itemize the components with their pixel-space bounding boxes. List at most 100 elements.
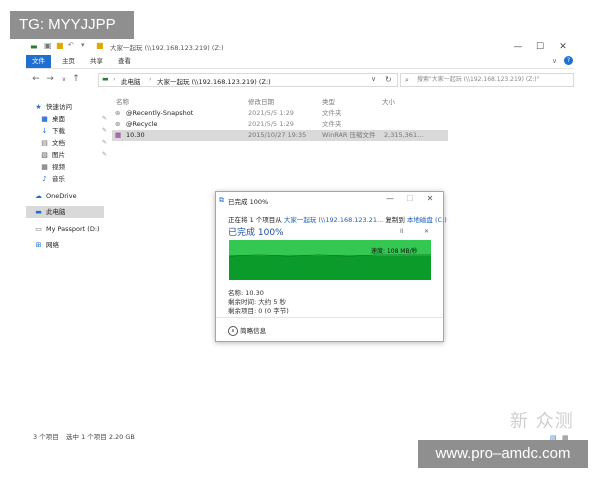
dialog-maximize-button: ☐ [406, 194, 414, 203]
network-icon: ⊞ [35, 241, 42, 249]
document-icon: ▤ [41, 139, 48, 147]
fewer-details-button[interactable]: ∧ 简略信息 [228, 325, 266, 336]
remaining-items: 剩余项目: 0 (0 字节) [228, 307, 289, 315]
help-icon[interactable]: ? [564, 56, 573, 65]
dropdown-chevron-icon[interactable]: ∨ [371, 75, 376, 83]
chevron-up-icon: ∧ [228, 326, 238, 336]
sidebar-item-network[interactable]: ⊞ 网络 [34, 239, 59, 251]
column-header-name[interactable]: 名称 [116, 96, 129, 106]
customize-arrow-icon[interactable]: ▾ [81, 41, 85, 49]
title-bar: ▬ ▣ ■ ↶ ▾ ■ 大家一起玩 (\\192.168.123.219) (Z… [26, 41, 574, 55]
sidebar-item-quick-access[interactable]: ★ 快速访问 [34, 101, 72, 113]
search-placeholder: 搜索"大家一起玩 (\\192.168.123.219) (Z:)" [417, 76, 540, 83]
copy-prefix: 正在将 1 个项目从 [228, 216, 282, 224]
breadcrumb-drive[interactable]: 大家一起玩 (\\192.168.123.219) (Z:) [157, 76, 271, 86]
sidebar-item-label: OneDrive [46, 192, 77, 200]
recent-chevron-icon[interactable]: ∨ [58, 76, 70, 83]
transfer-speed: 速度: 108 MB/秒 [371, 248, 418, 255]
properties-icon[interactable]: ▣ [44, 41, 52, 50]
brand-watermark: 新 众测 [510, 411, 574, 432]
file-row-selected[interactable]: ▦ 10.30 2015/10/27 19:35 WinRAR 压缩文件 2,3… [112, 130, 448, 141]
sidebar-item-videos[interactable]: ▦ 视频 [40, 161, 65, 173]
breadcrumb-chevron-icon: › [149, 76, 152, 83]
close-button[interactable]: ✕ [553, 41, 573, 54]
sidebar-item-label: 音乐 [52, 175, 65, 183]
copy-mid: 复制到 [385, 216, 405, 224]
cancel-button[interactable]: ✕ [424, 228, 429, 235]
file-date: 2021/5/5 1:29 [248, 109, 294, 117]
sidebar-item-downloads[interactable]: ↓ 下载 ✎ [40, 125, 108, 137]
ribbon-expand-icon[interactable]: ∨ [552, 57, 557, 65]
computer-icon: ▬ [35, 208, 42, 216]
forward-arrow-icon[interactable]: → [44, 74, 56, 84]
address-bar-row: ← → ∨ ↑ ▬ › 此电脑 › 大家一起玩 (\\192.168.123.2… [26, 70, 574, 90]
maximize-button[interactable]: ☐ [530, 41, 550, 54]
file-name: @Recently-Snapshot [126, 109, 194, 117]
folder-icon[interactable]: ■ [56, 41, 64, 50]
tab-view[interactable]: 查看 [112, 55, 137, 68]
sidebar-item-desktop[interactable]: ■ 桌面 ✎ [40, 113, 108, 125]
sidebar-item-label: 桌面 [52, 115, 65, 123]
pin-icon[interactable]: ✎ [102, 125, 107, 137]
dialog-close-button[interactable]: ✕ [424, 194, 436, 203]
tab-home[interactable]: 主页 [56, 55, 81, 68]
source-link[interactable]: 大家一起玩 (\\192.168.123.21... [284, 216, 383, 224]
tg-watermark: TG: MYYJJPP [10, 11, 134, 39]
sidebar-item-label: 快速访问 [46, 103, 72, 111]
network-drive-icon: ▬ [30, 42, 38, 51]
file-row[interactable]: ⊛ @Recently-Snapshot 2021/5/5 1:29 文件夹 [112, 108, 448, 119]
sidebar-item-label: 文档 [52, 139, 65, 147]
sidebar-item-label: 图片 [52, 151, 65, 159]
column-header-type[interactable]: 类型 [322, 96, 335, 106]
file-type: WinRAR 压缩文件 [322, 131, 376, 139]
picture-icon: ▧ [41, 151, 48, 159]
file-row[interactable]: ⊛ @Recycle 2021/5/5 1:29 文件夹 [112, 119, 448, 130]
desktop-icon: ■ [41, 115, 48, 123]
sidebar-item-documents[interactable]: ▤ 文档 ✎ [40, 137, 108, 149]
download-icon: ↓ [41, 127, 48, 135]
dialog-minimize-button[interactable]: — [384, 194, 396, 203]
destination-link[interactable]: 本地磁盘 (C:) [407, 216, 447, 224]
copy-icon: ⧉ [219, 196, 224, 204]
file-size: 2,315,361... [384, 131, 424, 139]
url-watermark: www.pro–amdc.com [418, 440, 588, 468]
sidebar-item-onedrive[interactable]: ☁ OneDrive [34, 190, 77, 202]
file-date: 2021/5/5 1:29 [248, 120, 294, 128]
sidebar-item-label: 网络 [46, 241, 59, 249]
pin-icon[interactable]: ✎ [102, 113, 107, 125]
ribbon: 文件 主页 共享 查看 ∨ ? [26, 55, 574, 69]
copy-description: 正在将 1 个项目从 大家一起玩 (\\192.168.123.21... 复制… [228, 214, 447, 224]
details-label: 简略信息 [240, 327, 267, 335]
drive-folder-icon: ■ [96, 41, 104, 50]
address-input[interactable]: ▬ › 此电脑 › 大家一起玩 (\\192.168.123.219) (Z:)… [98, 73, 398, 87]
minimize-button[interactable]: — [508, 41, 528, 54]
network-drive-icon: ▬ [102, 75, 109, 83]
pause-button[interactable]: II [400, 228, 404, 235]
completion-heading: 已完成 100% [228, 228, 284, 238]
column-header-size[interactable]: 大小 [382, 96, 395, 106]
refresh-icon[interactable]: ↻ [385, 75, 392, 84]
dialog-title: 已完成 100% [228, 198, 269, 206]
sidebar-item-this-pc[interactable]: ▬ 此电脑 [26, 206, 104, 218]
breadcrumb-this-pc[interactable]: 此电脑 [121, 76, 141, 86]
pin-icon[interactable]: ✎ [102, 149, 107, 161]
sidebar-item-music[interactable]: ♪ 音乐 [40, 173, 65, 185]
column-header-date[interactable]: 修改日期 [248, 96, 274, 106]
sidebar-item-label: 视频 [52, 163, 65, 171]
pin-icon[interactable]: ✎ [102, 137, 107, 149]
undo-icon[interactable]: ↶ [68, 41, 74, 49]
copy-progress-dialog: ⧉ 已完成 100% — ☐ ✕ 正在将 1 个项目从 大家一起玩 (\\192… [215, 191, 447, 342]
drive-icon: ▭ [35, 225, 42, 233]
sidebar-item-my-passport[interactable]: ▭ My Passport (D:) [34, 223, 99, 235]
music-icon: ♪ [42, 175, 47, 183]
back-arrow-icon[interactable]: ← [30, 74, 42, 84]
tab-file[interactable]: 文件 [26, 55, 51, 68]
tab-share[interactable]: 共享 [84, 55, 109, 68]
search-input[interactable]: ⌕ 搜索"大家一起玩 (\\192.168.123.219) (Z:)" [400, 73, 574, 87]
up-arrow-icon[interactable]: ↑ [70, 74, 82, 84]
file-type: 文件夹 [322, 120, 342, 128]
folder-recycle-icon: ⊛ [115, 120, 121, 128]
sidebar-item-pictures[interactable]: ▧ 图片 ✎ [40, 149, 108, 161]
sidebar-item-label: 此电脑 [46, 208, 66, 216]
file-name: 10.30 [126, 131, 145, 139]
